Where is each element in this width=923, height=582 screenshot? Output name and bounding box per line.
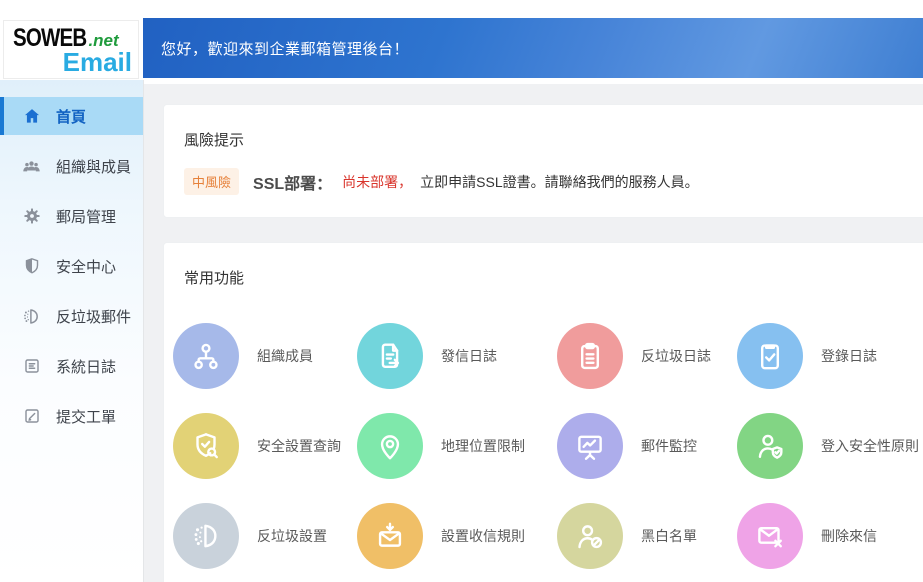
risk-card: 風險提示 中風險 SSL部署： 尚未部署， 立即申請SSL證書。請聯絡我們的服務…: [163, 104, 923, 218]
shield-search-icon: [173, 413, 239, 479]
mail-delete-icon: [737, 503, 803, 569]
function-login-security-policy[interactable]: 登入安全性原則: [737, 413, 923, 479]
functions-title: 常用功能: [164, 243, 923, 288]
functions-card: 常用功能 組織成員 發信日誌: [163, 242, 923, 582]
function-label: 發信日誌: [441, 346, 497, 366]
logo-product: Email: [63, 47, 132, 78]
welcome-banner: 您好，歡迎來到企業郵箱管理後台！: [143, 18, 923, 78]
user-shield-icon: [737, 413, 803, 479]
function-label: 登入安全性原則: [821, 436, 919, 456]
function-login-log[interactable]: 登錄日誌: [737, 323, 923, 389]
sidebar: 首頁 組織與成員 郵局管理 安全中心: [0, 80, 144, 582]
function-org-members[interactable]: 組織成員: [173, 323, 357, 389]
ticket-icon: [21, 406, 42, 427]
sidebar-item-org-members[interactable]: 組織與成員: [0, 147, 143, 185]
function-send-log[interactable]: 發信日誌: [357, 323, 557, 389]
antispam-dots-icon: [173, 503, 239, 569]
sidebar-item-system-log[interactable]: 系統日誌: [0, 347, 143, 385]
logo-box: SOWEB.net Email: [3, 20, 139, 79]
shield-icon: [21, 256, 42, 277]
location-pin-icon: [357, 413, 423, 479]
sidebar-item-label: 系統日誌: [56, 356, 116, 377]
doc-send-icon: [357, 323, 423, 389]
sidebar-item-post-office[interactable]: 郵局管理: [0, 197, 143, 235]
function-label: 登錄日誌: [821, 346, 877, 366]
mail-download-icon: [357, 503, 423, 569]
function-label: 反垃圾日誌: [641, 346, 711, 366]
users-icon: [21, 156, 42, 177]
function-geo-restriction[interactable]: 地理位置限制: [357, 413, 557, 479]
antispam-icon: [21, 306, 42, 327]
sidebar-menu: 首頁 組織與成員 郵局管理 安全中心: [0, 97, 143, 435]
function-black-white-list[interactable]: 黑白名單: [557, 503, 737, 569]
risk-item-label: SSL部署：: [253, 170, 332, 194]
function-label: 安全設置查詢: [257, 436, 341, 456]
home-icon: [21, 106, 42, 127]
risk-row: 中風險 SSL部署： 尚未部署， 立即申請SSL證書。請聯絡我們的服務人員。: [184, 168, 699, 195]
function-label: 組織成員: [257, 346, 313, 366]
function-label: 設置收信規則: [441, 526, 525, 546]
function-security-settings-query[interactable]: 安全設置查詢: [173, 413, 357, 479]
function-label: 郵件監控: [641, 436, 697, 456]
gear-icon: [21, 206, 42, 227]
functions-grid: 組織成員 發信日誌 反垃圾日誌: [173, 311, 923, 581]
monitor-chart-icon: [557, 413, 623, 479]
function-antispam-settings[interactable]: 反垃圾設置: [173, 503, 357, 569]
risk-level-badge: 中風險: [184, 168, 239, 195]
function-label: 地理位置限制: [441, 436, 525, 456]
risk-status: 尚未部署，: [342, 172, 412, 192]
sidebar-item-label: 安全中心: [56, 256, 116, 277]
function-receive-rules[interactable]: 設置收信規則: [357, 503, 557, 569]
org-chart-icon: [173, 323, 239, 389]
function-delete-incoming-mail[interactable]: 刪除來信: [737, 503, 923, 569]
sidebar-item-submit-ticket[interactable]: 提交工單: [0, 397, 143, 435]
risk-title: 風險提示: [164, 105, 923, 150]
function-label: 黑白名單: [641, 526, 697, 546]
user-block-icon: [557, 503, 623, 569]
clipboard-list-icon: [557, 323, 623, 389]
sidebar-item-label: 首頁: [56, 106, 86, 127]
sidebar-item-security-center[interactable]: 安全中心: [0, 247, 143, 285]
admin-console: 您好，歡迎來到企業郵箱管理後台！ SOWEB.net Email 首頁 組織與成…: [0, 0, 923, 582]
welcome-text: 您好，歡迎來到企業郵箱管理後台！: [161, 38, 409, 59]
function-antispam-log[interactable]: 反垃圾日誌: [557, 323, 737, 389]
logo: SOWEB.net Email: [0, 0, 143, 80]
clipboard-check-icon: [737, 323, 803, 389]
sidebar-item-label: 提交工單: [56, 406, 116, 427]
sidebar-item-label: 反垃圾郵件: [56, 306, 131, 327]
risk-description: 立即申請SSL證書。請聯絡我們的服務人員。: [420, 172, 698, 192]
main-content: 風險提示 中風險 SSL部署： 尚未部署， 立即申請SSL證書。請聯絡我們的服務…: [143, 78, 923, 582]
sidebar-item-label: 郵局管理: [56, 206, 116, 227]
sidebar-item-label: 組織與成員: [56, 156, 131, 177]
function-label: 反垃圾設置: [257, 526, 327, 546]
sidebar-item-home[interactable]: 首頁: [0, 97, 143, 135]
function-mail-monitor[interactable]: 郵件監控: [557, 413, 737, 479]
function-label: 刪除來信: [821, 526, 877, 546]
sidebar-item-antispam[interactable]: 反垃圾郵件: [0, 297, 143, 335]
system-log-icon: [21, 356, 42, 377]
